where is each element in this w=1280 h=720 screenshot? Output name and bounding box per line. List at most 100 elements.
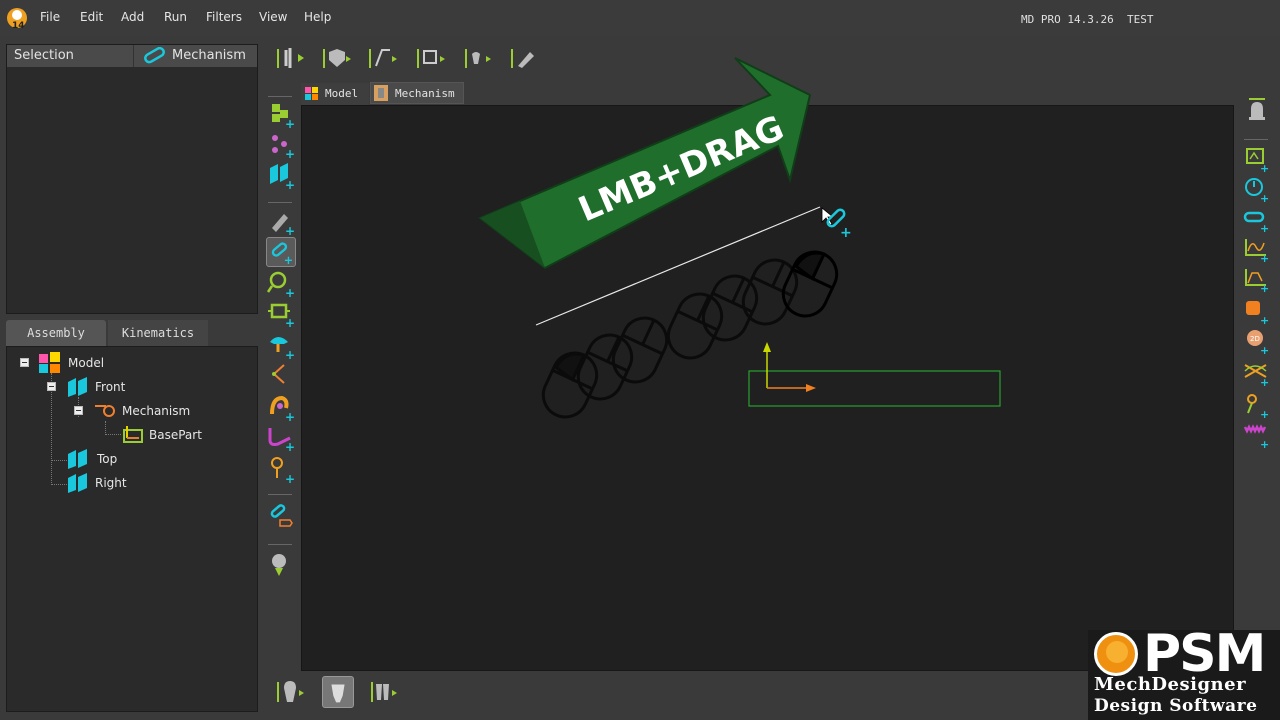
toolbar-separator: [1244, 139, 1268, 140]
pin-tool-icon[interactable]: [462, 44, 496, 72]
add-pivot-icon[interactable]: +: [266, 454, 296, 484]
expand-mechanism-toggle[interactable]: [74, 406, 83, 415]
svg-text:+: +: [1260, 408, 1269, 419]
tree-item-top[interactable]: Top: [97, 452, 117, 466]
add-2d-icon[interactable]: 2D +: [1242, 327, 1272, 355]
add-function-icon[interactable]: +: [1242, 265, 1272, 293]
toolbar-separator: [268, 96, 292, 97]
expand-front-toggle[interactable]: [47, 382, 56, 391]
tree-item-front[interactable]: Front: [95, 380, 125, 394]
tree-item-mechanism[interactable]: Mechanism: [122, 404, 190, 418]
add-motor-icon[interactable]: +: [1242, 175, 1272, 203]
svg-text:14: 14: [12, 21, 25, 30]
link-icon: [144, 47, 165, 64]
svg-text:+: +: [1260, 376, 1269, 387]
menu-bar: 14 File Edit Add Run Filters View Help M…: [0, 0, 1280, 36]
psm-line1: MechDesigner: [1094, 674, 1247, 695]
svg-text:+: +: [1260, 222, 1269, 233]
right-toolbar: + + + + + + 2D + + + +: [1238, 95, 1276, 465]
left-toolbar: + + + + + + + + + + +: [262, 90, 298, 712]
svg-text:+: +: [1260, 252, 1269, 263]
svg-text:+: +: [285, 178, 295, 190]
tree-item-basepart[interactable]: BasePart: [149, 428, 202, 442]
tab-kinematics[interactable]: Kinematics: [108, 320, 208, 346]
tree-connector: [105, 421, 106, 433]
add-link-icon[interactable]: +: [266, 237, 296, 267]
svg-text:+: +: [1260, 438, 1269, 449]
menu-edit[interactable]: Edit: [80, 10, 103, 24]
menu-file[interactable]: File: [40, 10, 60, 24]
svg-text:+: +: [1260, 344, 1269, 355]
add-block-icon[interactable]: +: [266, 298, 296, 328]
tree-connector: [105, 434, 121, 435]
sketch-tools-icon[interactable]: [274, 44, 308, 72]
line-tool-icon[interactable]: [366, 44, 400, 72]
shield-tool-icon[interactable]: [320, 44, 354, 72]
add-cross-icon[interactable]: +: [1242, 359, 1272, 387]
mechanism-icon: [95, 405, 115, 417]
tree-tabs: Assembly Kinematics: [6, 320, 258, 346]
add-point-icon[interactable]: [266, 360, 296, 390]
svg-text:+: +: [285, 117, 295, 130]
box-tool-icon[interactable]: [414, 44, 448, 72]
app-window: 14 File Edit Add Run Filters View Help M…: [0, 0, 1280, 720]
toolbar-separator: [268, 494, 292, 495]
svg-text:+: +: [1260, 192, 1269, 203]
svg-text:+: +: [285, 224, 295, 236]
menu-help[interactable]: Help: [304, 10, 331, 24]
doc-tab-mechanism-label: Mechanism: [395, 87, 455, 100]
svg-text:+: +: [1260, 162, 1269, 173]
add-cam-icon[interactable]: +: [266, 392, 296, 422]
add-profile-icon[interactable]: +: [266, 330, 296, 360]
version-label: MD PRO 14.3.26 TEST: [1021, 13, 1154, 26]
add-pin-joint-icon[interactable]: +: [1242, 391, 1272, 419]
menu-run[interactable]: Run: [164, 10, 187, 24]
add-graph-icon[interactable]: +: [1242, 235, 1272, 263]
add-plane-icon[interactable]: +: [266, 160, 296, 190]
plane-icon: [68, 449, 87, 469]
doc-tab-model-label: Model: [325, 87, 359, 100]
bulb-active-icon[interactable]: [322, 676, 354, 708]
tree-item-model[interactable]: Model: [68, 356, 104, 370]
add-profile-curve-icon[interactable]: +: [266, 422, 296, 452]
add-gear-icon[interactable]: +: [1242, 421, 1272, 449]
plane-icon: [68, 473, 87, 493]
mechanism-context: Mechanism: [133, 45, 257, 67]
add-link-chain-icon[interactable]: +: [1242, 205, 1272, 233]
doc-tab-model[interactable]: Model: [301, 83, 369, 105]
selection-title: Selection: [14, 48, 74, 63]
bulb-multi-icon[interactable]: [368, 676, 400, 708]
add-search-icon[interactable]: +: [266, 268, 296, 298]
svg-text:+: +: [285, 147, 295, 160]
edit-sketch-icon[interactable]: +: [266, 206, 296, 236]
psm-logo: PSM MechDesigner Design Software: [1088, 624, 1280, 720]
menu-add[interactable]: Add: [121, 10, 144, 24]
expand-model-toggle[interactable]: [20, 358, 29, 367]
top-toolbar: [270, 40, 570, 76]
svg-text:+: +: [284, 254, 293, 267]
bell-icon[interactable]: [1242, 97, 1272, 125]
toolbar-separator: [268, 544, 292, 545]
add-shape-icon[interactable]: +: [1242, 297, 1272, 325]
svg-text:+: +: [285, 348, 295, 360]
pen-tool-icon[interactable]: [508, 44, 542, 72]
edit-link-icon[interactable]: [266, 500, 296, 530]
model-icon: [305, 87, 318, 100]
graphics-canvas[interactable]: [301, 105, 1234, 671]
add-motion-icon[interactable]: +: [1242, 145, 1272, 173]
bulb-icon[interactable]: [266, 550, 296, 580]
menu-view[interactable]: View: [259, 10, 287, 24]
app-logo-icon: 14: [7, 8, 27, 30]
add-joint-icon[interactable]: +: [266, 130, 296, 160]
svg-text:+: +: [1260, 314, 1269, 325]
tree-item-right[interactable]: Right: [95, 476, 127, 490]
svg-text:+: +: [285, 286, 295, 298]
tab-assembly[interactable]: Assembly: [6, 320, 106, 346]
bulb-off-icon[interactable]: [274, 676, 306, 708]
selection-panel: Selection Mechanism: [6, 44, 258, 314]
menu-filters[interactable]: Filters: [206, 10, 242, 24]
add-part-icon[interactable]: +: [266, 100, 296, 130]
doc-tab-mechanism[interactable]: Mechanism: [370, 82, 464, 104]
bottom-toolbar: [270, 672, 410, 712]
tree-connector: [51, 460, 67, 461]
